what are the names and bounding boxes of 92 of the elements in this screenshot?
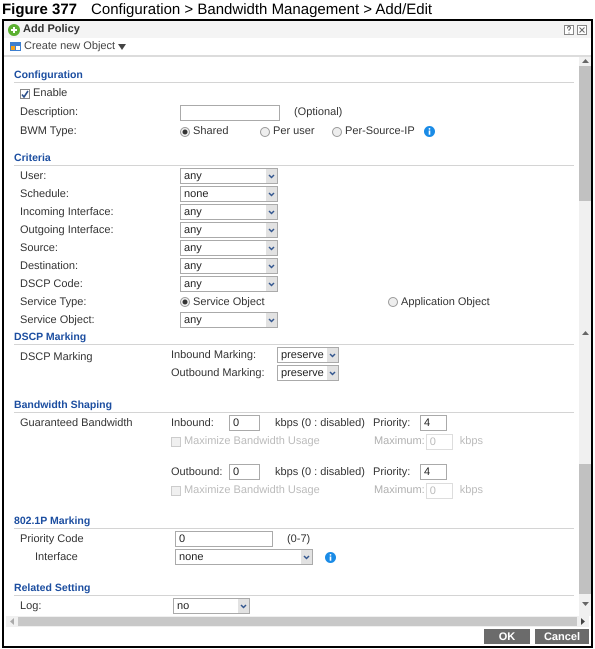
help-icon — [564, 24, 574, 34]
chevron-down-icon — [266, 205, 277, 219]
field-label: Maximum: — [374, 434, 425, 450]
chevron-down-icon — [266, 169, 277, 183]
scroll-up-icon — [582, 331, 588, 335]
dropdown[interactable]: preserve — [277, 365, 339, 381]
field-label: Guaranteed Bandwidth — [20, 416, 134, 431]
dropdown[interactable]: any — [180, 204, 278, 220]
field-label: Priority: — [373, 464, 412, 480]
dropdown[interactable]: any — [180, 312, 278, 328]
add-icon — [8, 24, 20, 36]
field-label: Source: — [20, 240, 59, 256]
input-field[interactable]: 4 — [420, 415, 447, 431]
chevron-down-icon — [327, 366, 338, 380]
input-field[interactable]: 0 — [229, 415, 260, 431]
dropdown[interactable]: any — [180, 240, 278, 256]
section-heading: Related Setting — [14, 580, 574, 596]
section-heading: Configuration — [14, 67, 574, 83]
field-label: Inbound Marking: — [171, 348, 257, 363]
close-icon — [577, 24, 587, 34]
radio-label: Per user — [273, 124, 315, 140]
chevron-down-icon — [327, 348, 338, 362]
horizontal-scrollbar[interactable] — [6, 616, 589, 627]
section-heading: Bandwidth Shaping — [14, 397, 574, 413]
checkbox-label: Maximize Bandwidth Usage — [184, 434, 320, 450]
field-label: Service Type: — [20, 294, 88, 310]
chevron-down-icon — [266, 277, 277, 291]
scroll-right-icon — [581, 618, 585, 625]
create-object-menu[interactable]: Create new Object — [10, 38, 126, 55]
figure-number: Figure 377 — [2, 1, 78, 19]
dropdown[interactable]: preserve — [277, 347, 339, 363]
scroll-up-icon — [582, 59, 588, 63]
section-heading: DSCP Marking — [14, 329, 574, 345]
checkbox-label: Maximize Bandwidth Usage — [184, 483, 320, 498]
scroll-left-icon — [10, 618, 14, 625]
dropdown[interactable]: any — [180, 168, 278, 184]
dropdown[interactable]: any — [180, 276, 278, 292]
checkbox-label: Enable — [33, 86, 68, 102]
field-label: Service Object: — [20, 312, 96, 328]
radio-label: Per-Source-IP — [345, 124, 415, 140]
caret-icon — [118, 44, 126, 50]
object-icon — [10, 41, 21, 52]
field-label: Log: — [20, 598, 42, 614]
field-label: Destination: — [20, 258, 80, 274]
dropdown[interactable]: no — [173, 598, 250, 614]
unit-label: kbps — [460, 434, 483, 450]
figure-title: Configuration > Bandwidth Management > Add/Edit — [91, 1, 432, 19]
section-heading: Criteria — [14, 150, 574, 166]
chevron-down-icon — [238, 599, 249, 613]
field-label: Priority Code — [20, 532, 85, 547]
field-label: User: — [20, 168, 48, 184]
chevron-down-icon — [266, 241, 277, 255]
field-label: BWM Type: — [20, 124, 78, 140]
section-heading: 802.1P Marking — [14, 513, 574, 529]
field-label: DSCP Marking — [20, 350, 94, 365]
chevron-down-icon — [266, 259, 277, 273]
radio-label: Service Object — [193, 294, 265, 310]
dropdown[interactable]: any — [180, 258, 278, 274]
scroll-down-icon — [582, 602, 588, 606]
radio-label: Shared — [193, 124, 228, 140]
field-label: Description: — [20, 105, 80, 120]
chevron-down-icon — [266, 313, 277, 327]
input-field[interactable]: 0 — [229, 464, 260, 480]
field-label: Outgoing Interface: — [20, 222, 115, 238]
dropdown[interactable]: none — [175, 549, 313, 565]
input-field[interactable]: 0 — [175, 531, 273, 547]
dialog-button[interactable]: OK — [484, 629, 530, 644]
dropdown[interactable]: any — [180, 222, 278, 238]
chevron-down-icon — [266, 187, 277, 201]
chevron-down-icon — [301, 550, 312, 564]
field-label: Outbound: — [171, 464, 224, 480]
field-label: Priority: — [373, 416, 412, 431]
unit-label: kbps (0 : disabled) — [275, 416, 366, 431]
field-label: Interface — [34, 550, 79, 565]
field-label: Outbound Marking: — [171, 366, 266, 381]
input-field[interactable]: 4 — [420, 464, 447, 480]
field-label: Maximum: — [374, 483, 425, 498]
scrollbar[interactable] — [579, 57, 591, 329]
dialog-title: Add Policy — [23, 22, 80, 38]
unit-label: kbps — [460, 483, 483, 498]
chevron-down-icon — [266, 223, 277, 237]
field-label: Inbound: — [171, 416, 215, 431]
hint-text: (Optional) — [294, 105, 342, 120]
field-label: Schedule: — [20, 186, 70, 202]
hint-text: (0-7) — [287, 532, 310, 547]
dropdown[interactable]: none — [180, 186, 278, 202]
field-label: DSCP Code: — [20, 276, 84, 292]
unit-label: kbps (0 : disabled) — [275, 464, 366, 480]
field-label: Incoming Interface: — [20, 204, 115, 220]
radio-label: Application Object — [401, 294, 490, 310]
dialog-button[interactable]: Cancel — [535, 629, 589, 644]
input-field[interactable] — [180, 104, 280, 120]
